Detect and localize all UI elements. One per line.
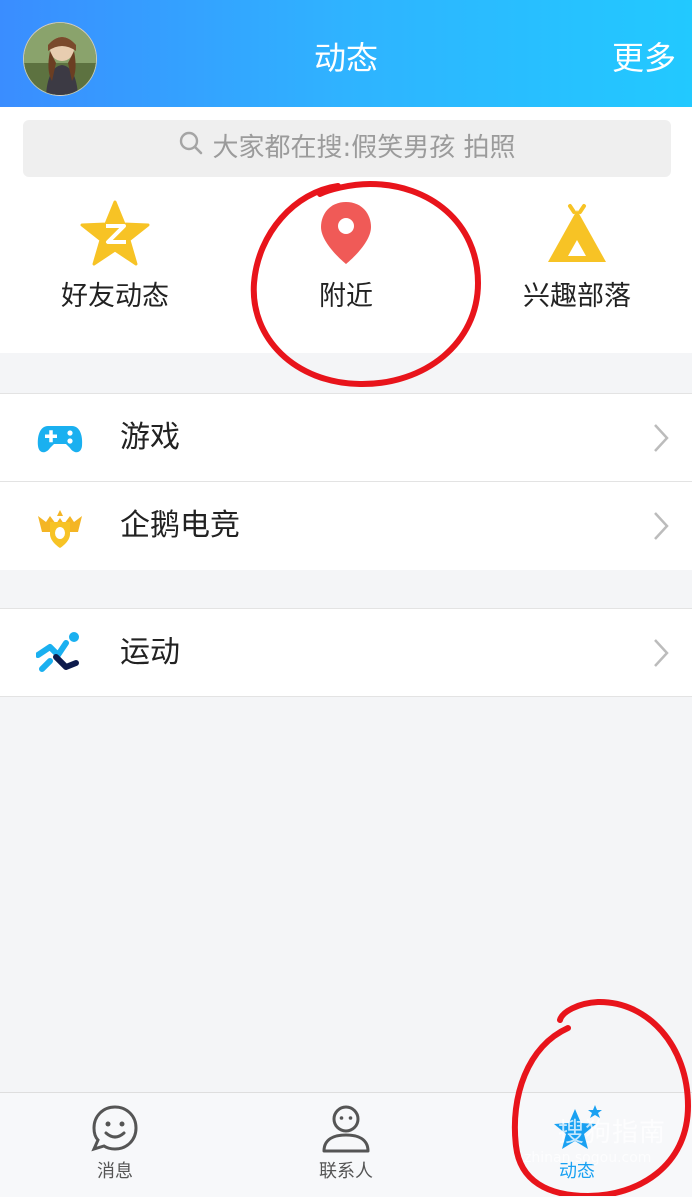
search-bar[interactable]: 大家都在搜:假笑男孩 拍照 — [23, 120, 671, 177]
list-item-label: 运动 — [120, 635, 180, 670]
tab-label: 联系人 — [319, 1161, 373, 1182]
list-item-games[interactable]: 游戏 — [0, 394, 692, 482]
watermark: 搜狗指南 — [558, 1118, 667, 1148]
list-item-sports[interactable]: 运动 — [0, 609, 692, 697]
tent-icon — [462, 200, 692, 266]
divider — [0, 696, 692, 697]
quick-entry-nearby[interactable]: 附近 — [231, 200, 461, 313]
quick-entry-label: 附近 — [319, 281, 373, 312]
page-title: 动态 — [313, 39, 378, 77]
watermark-url: zhinan.sogou.com — [524, 1150, 652, 1166]
gamepad-icon — [36, 414, 84, 462]
quick-entry-label: 好友动态 — [61, 281, 169, 312]
chevron-right-icon — [652, 422, 670, 454]
message-bubble-icon — [91, 1105, 138, 1152]
tab-label: 消息 — [97, 1161, 133, 1182]
running-icon — [35, 629, 84, 677]
location-pin-icon — [231, 200, 461, 266]
tab-contacts[interactable]: 联系人 — [231, 1093, 461, 1197]
quick-entry-label: 兴趣部落 — [523, 281, 631, 312]
quick-entry-interest-tribe[interactable]: 兴趣部落 — [462, 200, 692, 313]
list-group-sports: 运动 — [0, 608, 692, 697]
search-icon — [178, 120, 204, 177]
search-placeholder: 大家都在搜:假笑男孩 拍照 — [212, 133, 516, 163]
list-item-label: 企鹅电竞 — [120, 508, 240, 543]
list-item-label: 游戏 — [120, 420, 180, 455]
chevron-right-icon — [652, 510, 670, 542]
list-item-penguin-esports[interactable]: 企鹅电竞 — [0, 482, 692, 570]
chevron-right-icon — [652, 637, 670, 669]
esports-badge-icon — [36, 502, 84, 550]
quick-entry-friends-feed[interactable]: 好友动态 — [0, 200, 230, 313]
top-bar: 动态 更多 — [0, 0, 692, 107]
list-group-entertainment: 游戏 企鹅电竞 — [0, 393, 692, 570]
contact-person-icon — [322, 1105, 370, 1153]
star-z-icon — [0, 200, 230, 266]
tab-messages[interactable]: 消息 — [0, 1093, 230, 1197]
more-button[interactable]: 更多 — [612, 0, 676, 107]
